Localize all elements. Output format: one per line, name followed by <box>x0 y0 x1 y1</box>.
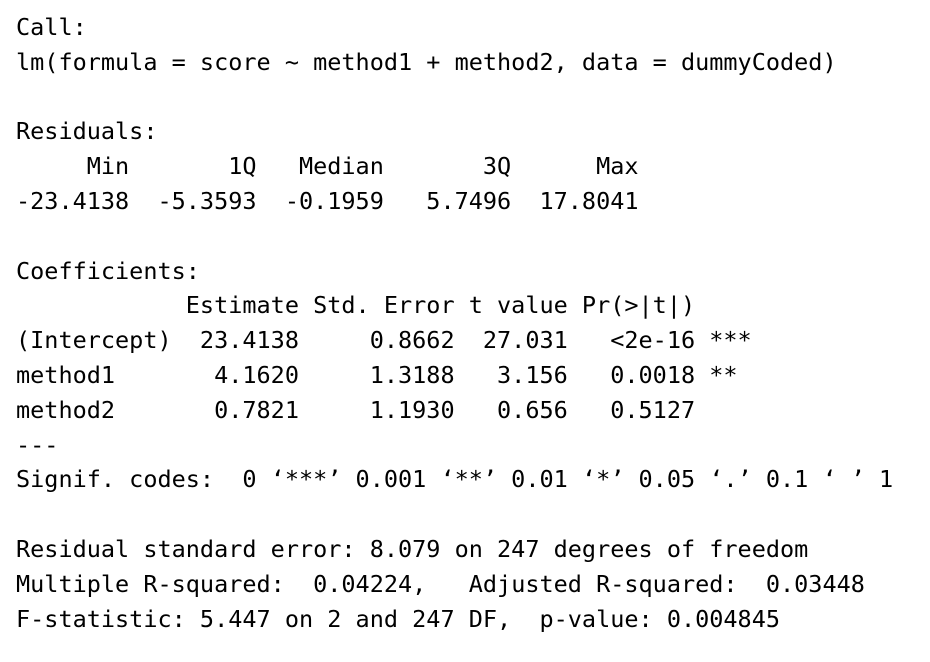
regression-output: Call: lm(formula = score ~ method1 + meth… <box>16 10 893 636</box>
residuals-values: -23.4138 -5.3593 -0.1959 5.7496 17.8041 <box>16 186 653 215</box>
f-statistic: F-statistic: 5.447 on 2 and 247 DF, p-va… <box>16 604 781 633</box>
separator: --- <box>16 430 59 459</box>
residual-standard-error: Residual standard error: 8.079 on 247 de… <box>16 534 809 563</box>
coefficients-header: Estimate Std. Error t value Pr(>|t|) <box>16 291 752 320</box>
coefficient-row-method1: method1 4.1620 1.3188 3.156 0.0018 ** <box>16 360 752 389</box>
r-squared: Multiple R-squared: 0.04224, Adjusted R-… <box>16 569 880 598</box>
coefficient-row-intercept: (Intercept) 23.4138 0.8662 27.031 <2e-16… <box>16 326 752 355</box>
signif-codes: Signif. codes: 0 ‘***’ 0.001 ‘**’ 0.01 ‘… <box>16 465 894 494</box>
residuals-header: Min 1Q Median 3Q Max <box>16 152 653 181</box>
call-label: Call: <box>16 13 87 41</box>
residuals-label: Residuals: <box>16 117 158 146</box>
coefficient-row-method2: method2 0.7821 1.1930 0.656 0.5127 <box>16 395 752 424</box>
coefficients-label: Coefficients: <box>16 256 200 285</box>
call-formula: lm(formula = score ~ method1 + method2, … <box>16 47 837 76</box>
